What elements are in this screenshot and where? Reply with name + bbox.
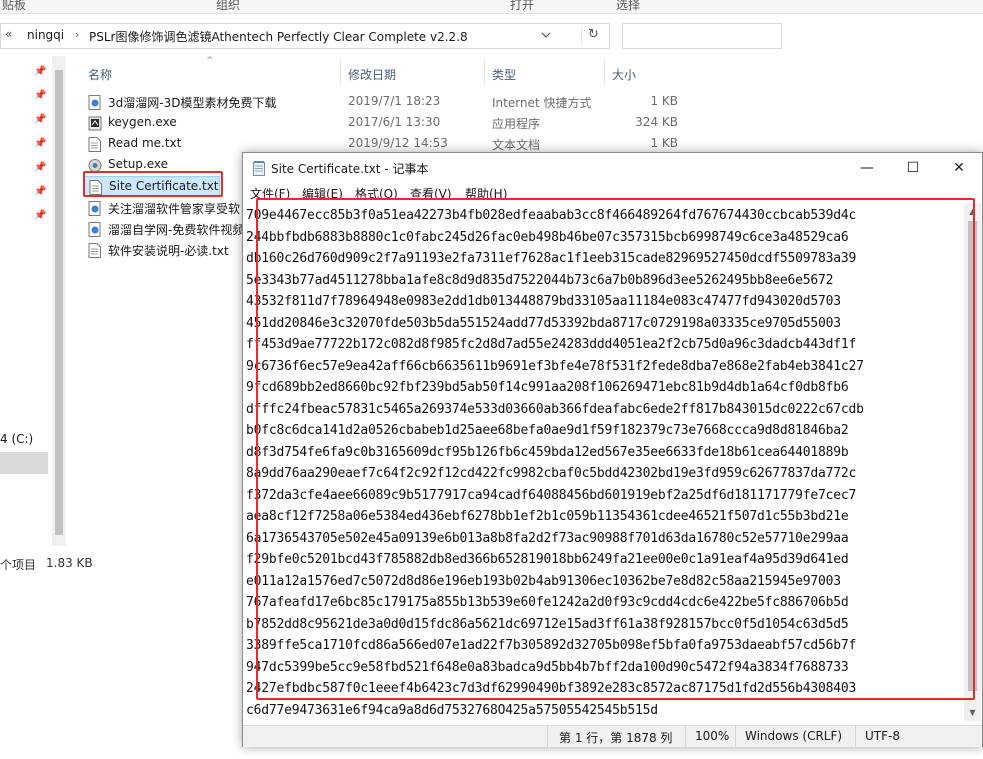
address-row: « ningqi › PSLr图像修饰调色滤镜Athentech Perfect… [0,20,983,52]
breadcrumb-separator-icon[interactable]: › [75,28,79,41]
nav-item-drive-c[interactable]: 4 (C:) [0,432,33,446]
pin-icon[interactable]: 📌 [34,66,46,77]
file-name: 软件安装说明-必读.txt [108,244,229,258]
status-divider [855,726,856,748]
ribbon-group-organize: 组织 [216,0,241,12]
refresh-icon[interactable]: ↻ [581,27,605,45]
file-size: 1 KB [650,94,678,108]
text-file-icon [88,137,101,152]
nav-item-selected[interactable] [0,452,48,474]
highlight-box-text [256,198,975,700]
internet-shortcut-icon [88,222,101,237]
selected-size: 1.83 KB [46,556,93,570]
status-divider [735,726,736,748]
file-row[interactable]: keygen.exe 2017/6/1 13:30 应用程序 324 KB [84,113,684,133]
ribbon-group-select: 选择 [616,0,641,12]
breadcrumb-current-folder[interactable]: PSLr图像修饰调色滤镜Athentech Perfectly Clear Co… [89,28,468,45]
file-type: 应用程序 [492,117,541,131]
ribbon-group-clipboard: 贴板 [2,0,27,12]
file-name: keygen.exe [108,115,177,129]
encoding: UTF-8 [865,729,900,743]
notepad-icon [253,161,265,176]
breadcrumb-ningqi[interactable]: ningqi [27,28,64,42]
item-count: 个项目 [0,558,37,572]
exe-icon [88,116,102,131]
breadcrumb-overflow-icon[interactable]: « [5,27,12,41]
notepad-title-bar[interactable]: Site Certificate.txt - 记事本 — ☐ ✕ [243,153,982,183]
internet-shortcut-icon [88,201,101,216]
address-bar[interactable]: « ningqi › PSLr图像修饰调色滤镜Athentech Perfect… [0,23,610,49]
line-ending: Windows (CRLF) [745,729,843,743]
file-name: Setup.exe [108,157,169,171]
status-divider [685,726,686,748]
column-header-name[interactable]: 名称 [88,66,112,83]
file-date: 2017/6/1 13:30 [348,115,441,129]
pin-icon[interactable]: 📌 [34,210,46,221]
file-row[interactable]: Read me.txt 2019/9/12 14:53 文本文档 1 KB [84,134,684,154]
file-size: 324 KB [635,115,678,129]
pin-icon[interactable]: 📌 [34,90,46,101]
column-header-type[interactable]: 类型 [492,66,516,83]
column-header-date[interactable]: 修改日期 [348,66,396,83]
cursor-position: 第 1 行，第 1878 列 [559,731,673,745]
file-name: 关注溜溜软件管家享受软 [108,202,241,216]
text-file-icon [88,243,101,258]
ribbon-group-open: 打开 [510,0,535,12]
notepad-status-bar: 第 1 行，第 1878 列 100% Windows (CRLF) UTF-8 [243,725,982,748]
internet-shortcut-icon [88,95,101,110]
file-name: Read me.txt [108,136,182,150]
pin-icon[interactable]: 📌 [34,138,46,149]
file-date: 2019/7/1 18:23 [348,94,441,108]
notepad-title: Site Certificate.txt - 记事本 [271,162,429,176]
file-size: 1 KB [650,136,678,150]
text-line: c6d77e9473631e6f94ca9a8d6d7532768O425a57… [246,702,658,718]
column-headers: 名称 修改日期 类型 大小 [80,60,983,86]
close-button[interactable]: ✕ [936,153,982,183]
pin-icon[interactable]: 📌 [34,114,46,125]
file-name: 溜溜自学网-免费软件视频 [108,223,245,237]
column-header-size[interactable]: 大小 [612,66,636,83]
nav-scrollbar-thumb[interactable] [55,70,63,535]
file-type: Internet 快捷方式 [492,96,592,110]
nav-scrollbar[interactable] [52,56,66,546]
column-divider[interactable] [604,60,605,84]
ribbon-group-labels: 贴板 组织 打开 选择 [0,0,983,14]
scroll-down-icon[interactable]: ▼ [964,704,981,721]
highlight-box-file [83,171,223,197]
column-divider[interactable] [484,60,485,84]
status-divider [547,726,548,748]
pin-icon[interactable]: 📌 [34,186,46,197]
search-input[interactable] [622,23,782,49]
file-row[interactable]: 3d溜溜网-3D模型素材免费下载 2019/7/1 18:23 Internet… [84,92,684,112]
sort-ascending-icon: ^ [206,56,214,66]
minimize-button[interactable]: — [844,153,890,183]
file-name: 3d溜溜网-3D模型素材免费下载 [108,96,277,110]
column-divider[interactable] [340,60,341,84]
address-dropdown-icon[interactable] [541,30,551,40]
file-type: 文本文档 [492,138,541,152]
maximize-button[interactable]: ☐ [890,153,936,183]
zoom-level: 100% [695,729,730,743]
pin-icon[interactable]: 📌 [34,162,46,173]
explorer-status-bar: 个项目 1.83 KB [0,554,240,574]
file-date: 2019/9/12 14:53 [348,136,448,150]
